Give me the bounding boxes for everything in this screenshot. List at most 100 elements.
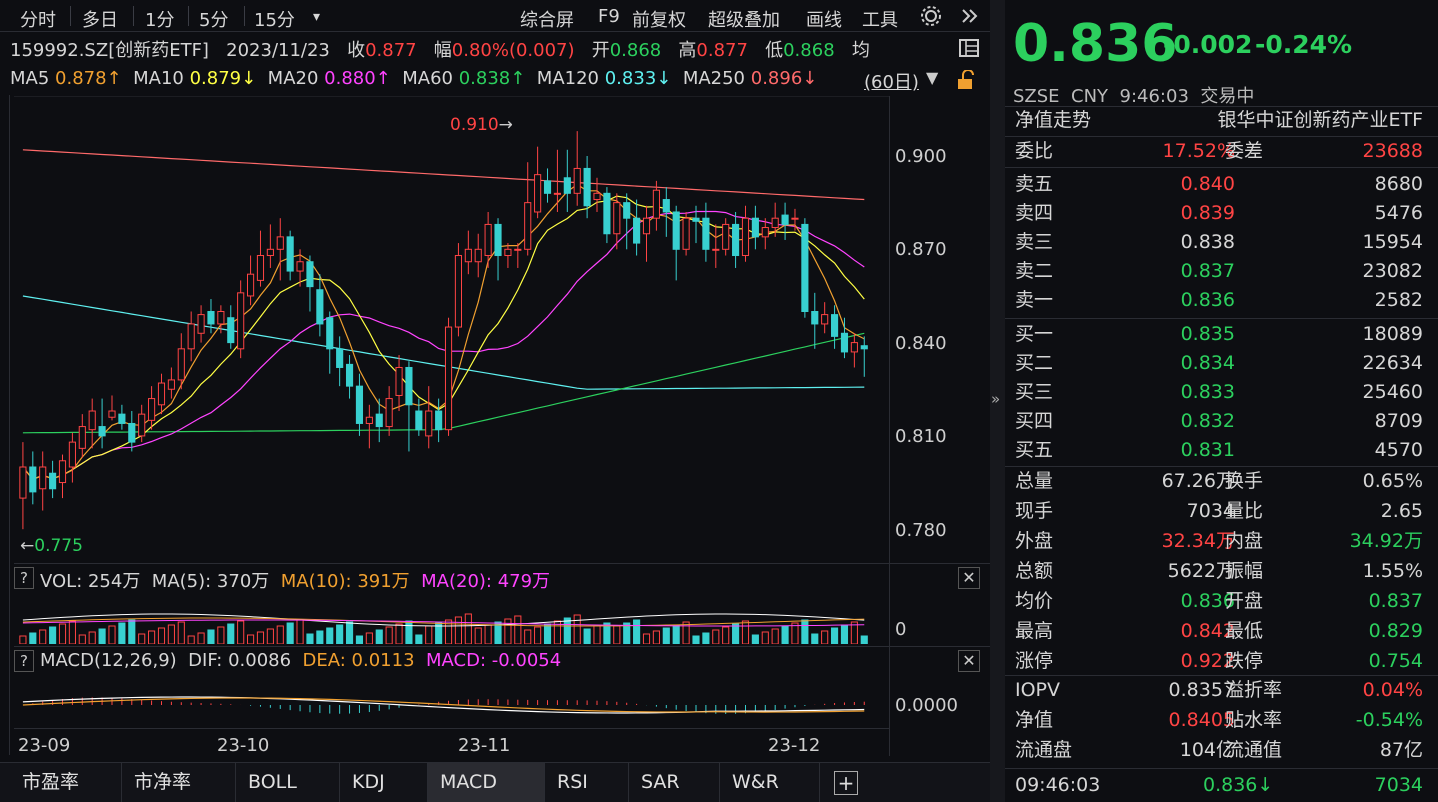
drawing-button[interactable]: 画线	[806, 6, 842, 32]
top-toolbar: 分时 多日 1分 5分 15分 ▾ 综合屏 F9 前复权 超级叠加 画线 工具	[0, 0, 990, 32]
price-tick: 0.810	[895, 426, 947, 447]
ma120-value: 0.833↓	[604, 68, 672, 89]
close-icon[interactable]: ✕	[958, 567, 980, 589]
candle-body	[454, 255, 463, 328]
tab-kdj[interactable]: KDJ	[340, 763, 428, 802]
market-status: SZSE CNY 9:46:03 交易中	[1013, 86, 1255, 107]
super-overlay-button[interactable]: 超级叠加	[708, 6, 780, 32]
tab-sar[interactable]: SAR	[629, 763, 720, 802]
volume-bar	[692, 635, 700, 644]
bar-date: 2023/11/23	[226, 40, 330, 61]
info-row: 159992.SZ[创新药ETF] 2023/11/23 收0.877 幅0.8…	[10, 36, 870, 62]
candle-body	[177, 348, 185, 381]
volume-bar	[247, 634, 255, 644]
tab-wr[interactable]: W&R	[720, 763, 820, 802]
gear-icon[interactable]	[919, 5, 943, 27]
candle-body	[563, 177, 571, 194]
tab-pe[interactable]: 市盈率	[10, 763, 122, 802]
stat-row: IOPV 0.8357 溢折率 0.04%	[1015, 679, 1423, 701]
volume-bar	[633, 619, 641, 644]
order-row: 卖五 0.840 8680	[1015, 173, 1423, 195]
security-code: 159992.SZ[创新药ETF]	[10, 40, 209, 61]
tab-multiday[interactable]: 多日	[82, 6, 118, 32]
candle-body	[712, 248, 720, 251]
volume-bar	[484, 624, 492, 644]
volume-bar	[29, 632, 37, 644]
volume-bar	[355, 635, 364, 644]
volume-bar	[276, 625, 284, 644]
vol-help-icon[interactable]: ?	[14, 567, 34, 589]
tab-macd[interactable]: MACD	[428, 763, 545, 802]
volume-bar	[573, 614, 581, 644]
volume-bar	[227, 623, 235, 644]
composite-screen-button[interactable]: 综合屏	[520, 6, 574, 32]
double-chevron-right-icon[interactable]	[960, 7, 980, 25]
tab-timeshare[interactable]: 分时	[20, 6, 56, 32]
macd-chart[interactable]	[14, 675, 890, 727]
candle-body	[167, 379, 175, 390]
volume-bar	[296, 619, 304, 644]
indicator-tabs: 市盈率 市净率 BOLL KDJ MACD RSI SAR W&R +	[0, 762, 990, 802]
candlestick-chart[interactable]	[14, 96, 890, 562]
candle-body	[98, 426, 106, 437]
tab-rsi[interactable]: RSI	[545, 763, 629, 802]
close-icon[interactable]: ✕	[958, 650, 980, 672]
volume-bar	[761, 631, 769, 644]
candle-body	[118, 413, 126, 424]
volume-bar	[326, 627, 334, 644]
volume-bar	[177, 621, 185, 644]
candle-body	[623, 202, 631, 219]
candle-body	[662, 199, 670, 213]
candle-body	[355, 385, 364, 424]
collapse-chevron-icon[interactable]: »	[991, 390, 1000, 408]
add-indicator-icon[interactable]: +	[834, 771, 858, 795]
volume-bar	[504, 618, 512, 644]
range-label: 幅	[433, 40, 452, 61]
stat-row: 外盘 32.34万 内盘 34.92万	[1015, 530, 1423, 552]
order-row: 卖二 0.837 23082	[1015, 260, 1423, 282]
ma60-label: MA60	[402, 68, 453, 89]
candle-body	[306, 261, 314, 288]
period-dropdown-arrow-icon[interactable]: ▼	[926, 68, 938, 87]
tab-5min[interactable]: 5分	[199, 6, 228, 32]
ma20-value: 0.880↑	[324, 68, 391, 89]
candle-body	[29, 466, 37, 493]
volume-bar	[266, 628, 274, 644]
candle-body	[751, 217, 759, 238]
volume-bar	[415, 634, 423, 644]
price-tick: 0.840	[895, 333, 947, 354]
candle-body	[761, 227, 769, 238]
nav-row[interactable]: 净值走势 银华中证创新药产业ETF	[1015, 106, 1423, 135]
candle-body	[494, 223, 502, 257]
period-dropdown-icon[interactable]: ▾	[313, 9, 320, 25]
volume-bar	[286, 622, 294, 644]
tools-button[interactable]: 工具	[862, 6, 898, 32]
unlock-icon[interactable]	[955, 70, 977, 90]
volume-bar	[385, 626, 393, 644]
candle-body	[464, 248, 472, 263]
macd-legend: MACD(12,26,9) DIF: 0.0086 DEA: 0.0113 MA…	[40, 650, 562, 671]
volume-bar	[543, 623, 552, 644]
f9-button[interactable]: F9	[598, 6, 620, 27]
tab-1min[interactable]: 1分	[145, 6, 174, 32]
tick-time: 09:46:03	[1015, 774, 1101, 796]
volume-chart[interactable]	[14, 592, 890, 644]
forward-adjust-button[interactable]: 前复权	[632, 6, 686, 32]
low-label: 低	[765, 40, 784, 61]
close-label: 收	[347, 40, 366, 61]
candle-body	[474, 248, 482, 263]
volume-bar	[702, 632, 710, 644]
tab-15min[interactable]: 15分	[254, 6, 295, 32]
stat-row: 最高 0.842 最低 0.829	[1015, 620, 1423, 642]
tab-boll[interactable]: BOLL	[236, 763, 340, 802]
volume-bar	[138, 633, 146, 644]
layout-grid-icon[interactable]	[958, 38, 980, 58]
candle-body	[148, 398, 156, 421]
macd-help-icon[interactable]: ?	[14, 650, 34, 672]
period-selector[interactable]: (60日)	[864, 68, 919, 94]
ma250-line	[22, 149, 865, 201]
low-value: 0.868	[783, 40, 835, 61]
candle-body	[444, 326, 453, 431]
date-tick: 23-10	[217, 735, 270, 756]
tab-pb[interactable]: 市净率	[122, 763, 236, 802]
